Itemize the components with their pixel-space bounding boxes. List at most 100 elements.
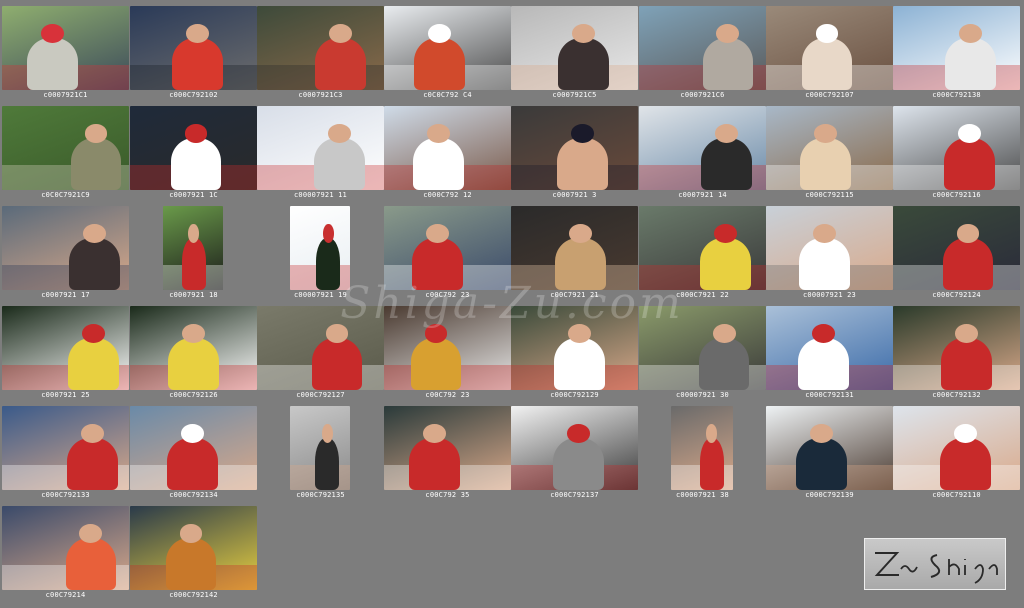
photo-image: [511, 106, 638, 190]
photo-caption: c0007921 14: [678, 191, 727, 199]
photo-image: [893, 406, 1020, 490]
photo-thumbnail[interactable]: c000C792133: [2, 402, 129, 502]
photo-image: [893, 206, 1020, 290]
photo-thumbnail[interactable]: c000C792102: [130, 2, 257, 102]
photo-thumbnail[interactable]: c00007921 23: [766, 202, 893, 302]
photo-thumbnail[interactable]: c0007921 14: [639, 102, 766, 202]
photo-caption: c000C792139: [805, 491, 854, 499]
photo-thumbnail[interactable]: c00C792 35: [384, 402, 511, 502]
photo-thumbnail[interactable]: c000C792127: [257, 302, 384, 402]
photo-thumbnail[interactable]: c000C792137: [511, 402, 638, 502]
photo-caption: c000C7921 22: [676, 291, 729, 299]
photo-caption: c000C792102: [169, 91, 218, 99]
photo-image: [257, 106, 384, 190]
photo-caption: c000C792129: [550, 391, 599, 399]
photo-thumbnail[interactable]: c0007921C6: [639, 2, 766, 102]
photo-caption: c000C792138: [932, 91, 981, 99]
photo-caption: c0007921C6: [680, 91, 725, 99]
photo-caption: c0007921C5: [552, 91, 597, 99]
photo-caption: c0007921C1: [43, 91, 88, 99]
photo-thumbnail[interactable]: c000C792126: [130, 302, 257, 402]
photo-image: [384, 206, 511, 290]
contact-sheet: c0007921C1 c000C792102 c0007921C3 c0C0C792 …: [0, 0, 1024, 608]
photo-thumbnail[interactable]: c000C792132: [893, 302, 1020, 402]
photo-thumbnail[interactable]: c0C0C792 C4: [384, 2, 511, 102]
photo-thumbnail[interactable]: c000C792116: [893, 102, 1020, 202]
photo-caption: c0007921 3: [552, 191, 597, 199]
photo-image: [384, 306, 511, 390]
photo-image: [130, 306, 257, 390]
photo-thumbnail[interactable]: c000C7921 22: [639, 202, 766, 302]
photo-thumbnail[interactable]: c0007921C1: [2, 2, 129, 102]
photo-image: [384, 106, 511, 190]
photo-caption: c000C792134: [169, 491, 218, 499]
photo-caption: c0007921 18: [169, 291, 218, 299]
photo-caption: c00007921 38: [676, 491, 729, 499]
photo-caption: c000C792126: [169, 391, 218, 399]
photo-caption: c000C792110: [932, 491, 981, 499]
photo-caption: c0007921C3: [298, 91, 343, 99]
photo-thumbnail[interactable]: c00C7921 21: [511, 202, 638, 302]
photo-thumbnail[interactable]: c0007921C3: [257, 2, 384, 102]
photo-caption: c000C792131: [805, 391, 854, 399]
photo-thumbnail[interactable]: c00007921 38: [639, 402, 766, 502]
photo-image: [290, 406, 350, 490]
photo-image: [639, 6, 766, 90]
photo-thumbnail[interactable]: c000C792115: [766, 102, 893, 202]
photo-thumbnail[interactable]: c000C792142: [130, 502, 257, 602]
photo-caption: c00C79214: [45, 591, 86, 599]
photo-image: [290, 206, 350, 290]
photo-thumbnail[interactable]: c00007921 19: [257, 202, 384, 302]
photo-thumbnail[interactable]: c00007921 30: [639, 302, 766, 402]
photo-caption: c0C0C7921C9: [41, 191, 90, 199]
photo-thumbnail[interactable]: c000C792135: [257, 402, 384, 502]
photo-caption: c00007921 30: [676, 391, 729, 399]
photo-thumbnail[interactable]: c00C792 23: [384, 302, 511, 402]
photo-caption: c00C792 23: [425, 391, 470, 399]
photo-thumbnail[interactable]: c0007921 1C: [130, 102, 257, 202]
photo-image: [130, 406, 257, 490]
photo-caption: c00C792 35: [425, 491, 470, 499]
photo-thumbnail[interactable]: c000C792110: [893, 402, 1020, 502]
photo-thumbnail[interactable]: c0007921 18: [130, 202, 257, 302]
signature-logo-icon: [874, 552, 998, 584]
photo-thumbnail[interactable]: c000C792124: [893, 202, 1020, 302]
photo-image: [766, 406, 893, 490]
logo: [864, 538, 1006, 590]
photo-thumbnail[interactable]: c000C792138: [893, 2, 1020, 102]
photo-image: [2, 506, 129, 590]
photo-thumbnail[interactable]: c000C792131: [766, 302, 893, 402]
photo-thumbnail[interactable]: c00C792 23: [384, 202, 511, 302]
photo-image: [639, 306, 766, 390]
photo-caption: c00C7921 21: [550, 291, 599, 299]
photo-caption: c000C792 12: [423, 191, 472, 199]
photo-thumbnail[interactable]: c0007921 17: [2, 202, 129, 302]
photo-thumbnail[interactable]: c0007921 25: [2, 302, 129, 402]
photo-image: [766, 306, 893, 390]
photo-thumbnail[interactable]: c00C79214: [2, 502, 129, 602]
photo-thumbnail[interactable]: c000C792 12: [384, 102, 511, 202]
photo-caption: c000C792142: [169, 591, 218, 599]
photo-caption: c0007921 1C: [169, 191, 218, 199]
photo-image: [671, 406, 733, 490]
photo-thumbnail[interactable]: c000C792139: [766, 402, 893, 502]
photo-caption: c00007921 23: [803, 291, 856, 299]
photo-thumbnail[interactable]: c000C792134: [130, 402, 257, 502]
photo-image: [2, 406, 129, 490]
photo-image: [257, 306, 384, 390]
photo-thumbnail[interactable]: c0007921C5: [511, 2, 638, 102]
photo-thumbnail[interactable]: c0007921 3: [511, 102, 638, 202]
photo-caption: c000C792132: [932, 391, 981, 399]
photo-image: [639, 106, 766, 190]
photo-caption: c000C792116: [932, 191, 981, 199]
photo-caption: c0C0C792 C4: [423, 91, 472, 99]
photo-thumbnail[interactable]: c00007921 11: [257, 102, 384, 202]
photo-image: [511, 306, 638, 390]
photo-image: [2, 206, 129, 290]
photo-thumbnail[interactable]: c0C0C7921C9: [2, 102, 129, 202]
photo-caption: c00007921 19: [294, 291, 347, 299]
photo-caption: c000C792137: [550, 491, 599, 499]
photo-caption: c000C792127: [296, 391, 345, 399]
photo-thumbnail[interactable]: c000C792129: [511, 302, 638, 402]
photo-thumbnail[interactable]: c000C792107: [766, 2, 893, 102]
